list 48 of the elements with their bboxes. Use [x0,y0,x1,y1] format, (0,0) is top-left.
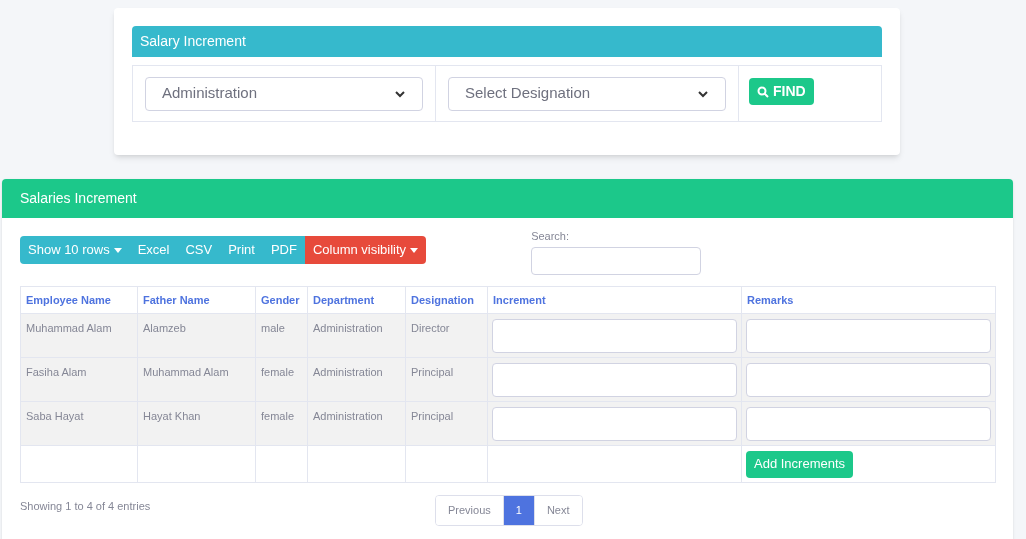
table-cell: Administration [307,357,406,402]
column-header: Increment [487,286,742,314]
table-cell: female [255,401,308,446]
table-cell: Administration [307,401,406,446]
toolbar-button[interactable]: Column visibility [304,236,427,264]
remarks-field[interactable] [746,362,991,397]
find-button[interactable]: FIND [749,78,814,105]
toolbar-button[interactable]: PDF [262,236,305,264]
toolbar-button[interactable]: CSV [177,236,221,264]
search-label: Search: [531,229,571,244]
card-header: Salaries Increment [2,179,1013,218]
table-cell: Director [405,313,488,358]
caret-icon [410,247,419,253]
designation-select[interactable]: Select Designation [448,76,726,111]
column-header: Father Name [137,286,256,314]
table-cell: Alamzeb [137,313,256,358]
table-cell: Hayat Khan [137,401,256,446]
table-cell: Saba Hayat [20,401,138,446]
search-field[interactable] [531,246,702,275]
table-cell: Administration [307,313,406,358]
table-cell: female [255,357,308,402]
increment-field[interactable] [492,406,737,441]
table-cell: Principal [405,401,488,446]
add-increments-button[interactable]: Add Increments [746,450,854,478]
toolbar-button[interactable]: Print [220,236,263,264]
page-button[interactable]: Next [533,496,582,525]
table-cell: Fasiha Alam [20,357,138,402]
column-header: Remarks [741,286,996,314]
column-header: Designation [405,286,488,314]
table-cell: Muhammad Alam [20,313,138,358]
department-select[interactable]: Administration [145,76,423,111]
column-header: Gender [255,286,308,314]
column-header: Department [307,286,406,314]
increment-field[interactable] [492,318,737,353]
remarks-field[interactable] [746,406,991,441]
column-header: Employee Name [20,286,138,314]
table-cell: Muhammad Alam [137,357,256,402]
entries-info: Showing 1 to 4 of 4 entries [20,499,152,514]
toolbar-button[interactable]: Excel [129,236,178,264]
table-cell: male [255,313,308,358]
caret-icon [113,247,122,253]
table-cell: Principal [405,357,488,402]
page-button[interactable]: 1 [502,496,534,525]
remarks-field[interactable] [746,318,991,353]
increment-field[interactable] [492,362,737,397]
card-header: Salary Increment [132,26,882,57]
search-icon [757,85,769,98]
toolbar-button[interactable]: Show 10 rows [20,236,130,264]
